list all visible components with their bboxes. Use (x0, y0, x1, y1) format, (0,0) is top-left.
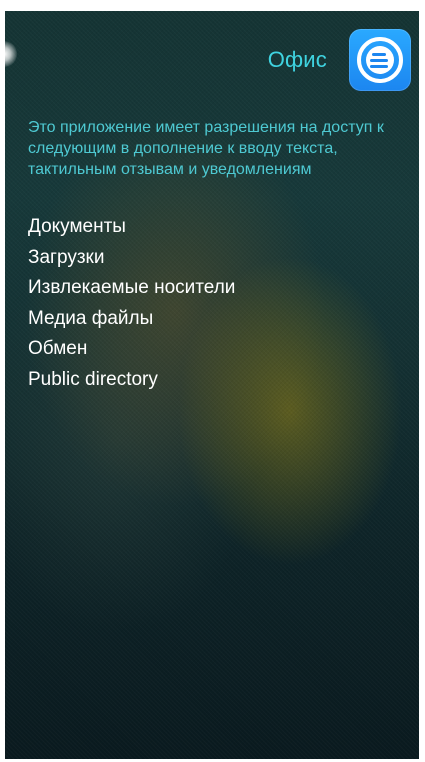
permission-item-media-files: Медиа файлы (28, 307, 154, 329)
pulley-glow-indicator (5, 41, 17, 67)
permission-item-sharing: Обмен (28, 338, 88, 359)
permissions-list: Документы Загрузки Извлекаемые носители … (28, 212, 235, 395)
app-icon-line (370, 65, 388, 68)
permission-item-downloads: Загрузки (28, 246, 105, 268)
permission-item-public-directory: Public directory (28, 368, 158, 390)
permissions-description: Это приложение имеет разрешения на досту… (28, 119, 384, 178)
permission-item-removable-media: Извлекаемые носители (28, 277, 236, 298)
app-icon-line (372, 53, 386, 56)
permission-item-documents: Документы (28, 216, 126, 237)
office-app-icon (349, 29, 411, 91)
header: Офис (268, 29, 411, 91)
app-icon-line (370, 59, 388, 62)
permissions-screen: Офис Это приложение имеет разрешения на … (5, 11, 419, 759)
app-name: Офис (267, 47, 327, 72)
